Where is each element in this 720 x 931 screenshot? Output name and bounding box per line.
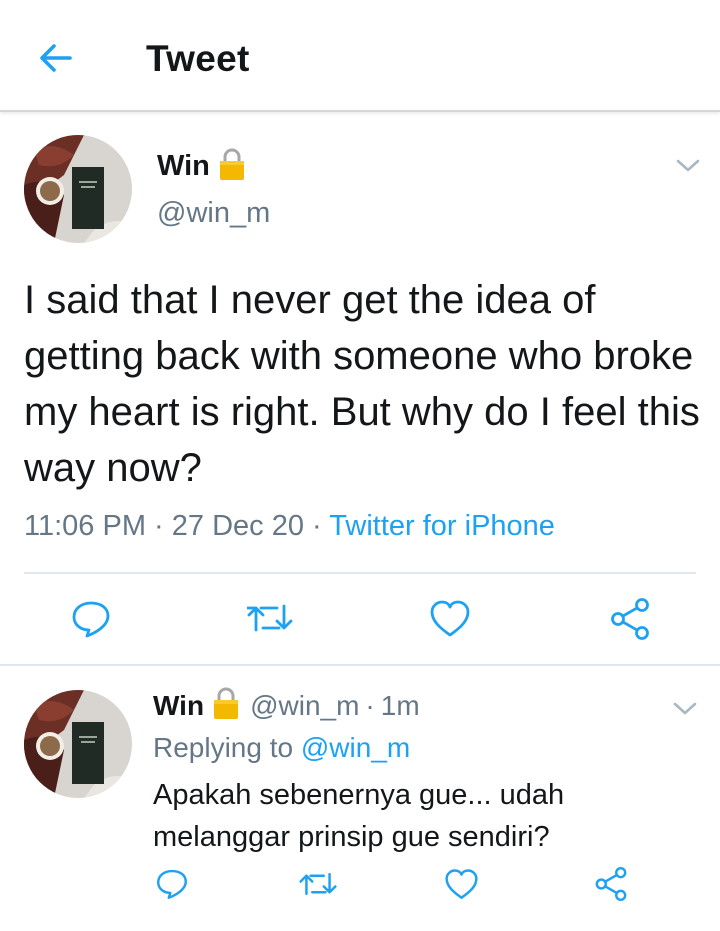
divider xyxy=(24,572,696,574)
reply-tweet-text: Apakah sebenernya gue... udah melanggar … xyxy=(153,779,565,853)
like-icon[interactable] xyxy=(429,599,471,644)
back-arrow-icon[interactable] xyxy=(36,38,76,78)
replying-label: Replying to xyxy=(153,732,294,763)
tweet-text: I said that I never get the idea of gett… xyxy=(24,278,700,490)
tweet-source-link[interactable]: Twitter for iPhone xyxy=(329,510,555,542)
meta-separator: · xyxy=(154,510,164,542)
tweet-time: 11:06 PM xyxy=(24,510,146,542)
reply-author-name[interactable]: Win xyxy=(153,690,204,722)
reply-avatar[interactable] xyxy=(24,690,132,798)
replying-to-link[interactable]: @win_m xyxy=(301,732,410,763)
share-icon[interactable] xyxy=(609,597,651,646)
reply-age: 1m xyxy=(380,689,420,721)
tweet-meta: 11:06 PM · 27 Dec 20 · Twitter for iPhon… xyxy=(24,510,555,543)
avatar[interactable] xyxy=(24,135,132,243)
retweet-icon[interactable] xyxy=(245,600,293,641)
reply-icon[interactable] xyxy=(70,598,112,645)
divider xyxy=(0,664,720,666)
tweet-date: 27 Dec 20 xyxy=(171,510,304,542)
chevron-down-icon[interactable] xyxy=(672,700,698,718)
reply-icon[interactable] xyxy=(155,867,189,906)
author-name[interactable]: Win xyxy=(157,150,210,183)
replying-to: Replying to @win_m xyxy=(153,732,410,764)
reply-author-handle[interactable]: @win_m xyxy=(250,690,359,722)
app-header: Tweet xyxy=(0,0,720,112)
page-title: Tweet xyxy=(146,38,250,79)
meta-separator: · xyxy=(365,689,375,721)
author-row: Win xyxy=(157,147,246,186)
reply-author-row: Win @win_m · 1m xyxy=(153,686,420,725)
chevron-down-icon[interactable] xyxy=(675,157,701,175)
author-handle[interactable]: @win_m xyxy=(157,197,270,230)
lock-icon xyxy=(212,686,240,725)
like-icon[interactable] xyxy=(444,868,479,906)
retweet-icon[interactable] xyxy=(299,869,337,904)
meta-separator: · xyxy=(312,510,322,542)
lock-icon xyxy=(218,147,246,186)
share-icon[interactable] xyxy=(594,866,628,907)
